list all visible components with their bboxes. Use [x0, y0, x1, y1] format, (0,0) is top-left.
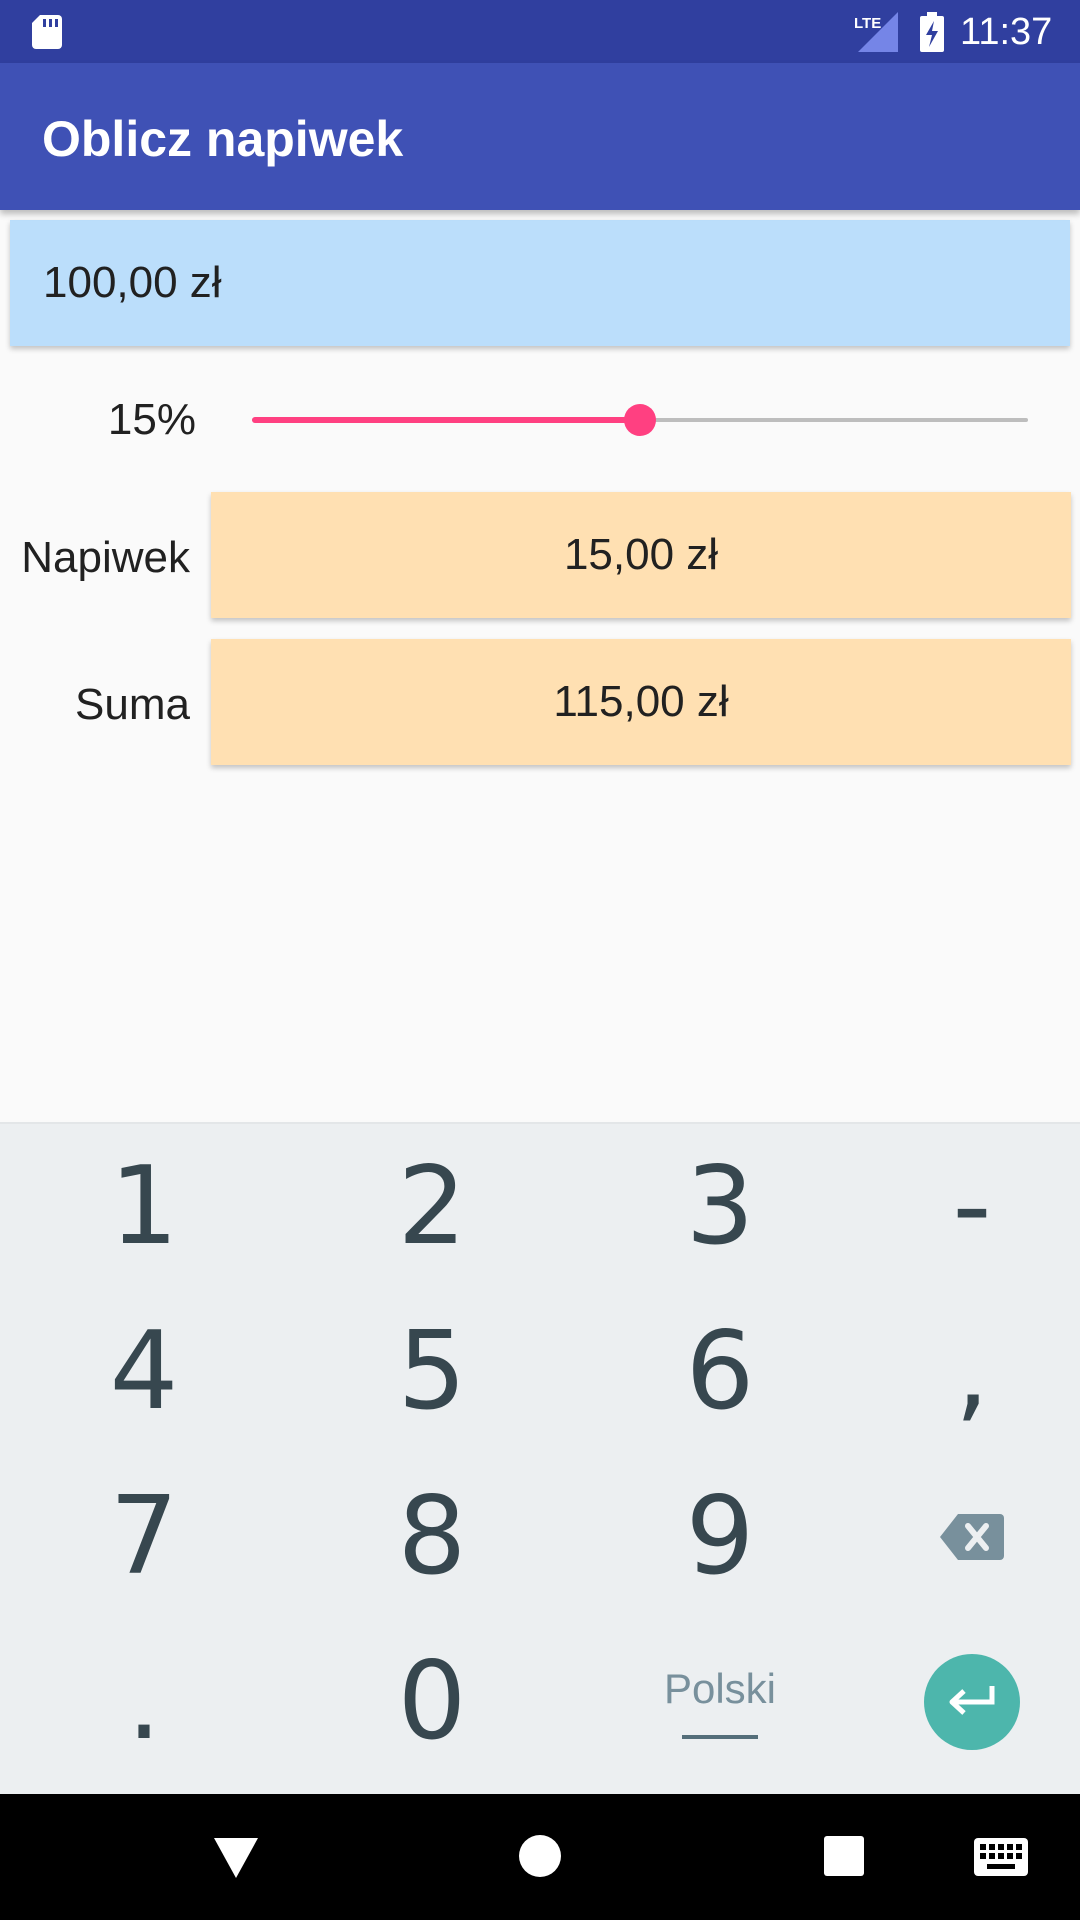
slider-progress — [252, 417, 640, 423]
status-bar: LTE 11:37 — [0, 0, 1080, 63]
enter-icon — [949, 1685, 995, 1715]
recents-icon[interactable] — [824, 1836, 864, 1876]
battery-charging-icon — [918, 12, 946, 52]
slider-thumb[interactable] — [624, 404, 656, 436]
navigation-bar — [0, 1794, 1080, 1920]
status-time: 11:37 — [960, 11, 1053, 53]
tip-percent-label: 15% — [107, 395, 196, 444]
backspace-icon — [940, 1513, 1004, 1560]
key-dot[interactable]: . — [0, 1619, 288, 1784]
key-1[interactable]: 1 — [0, 1124, 288, 1289]
backspace-key[interactable] — [864, 1454, 1080, 1619]
keyboard-switch-icon[interactable] — [974, 1838, 1028, 1876]
back-icon[interactable] — [214, 1834, 258, 1878]
enter-key-circle — [924, 1653, 1020, 1750]
app-title: Oblicz napiwek — [42, 111, 404, 167]
amount-field[interactable]: 100,00 zł — [10, 220, 1070, 346]
key-3[interactable]: 3 — [576, 1124, 864, 1289]
sd-card-icon — [30, 13, 64, 49]
language-underline — [682, 1734, 758, 1739]
key-9[interactable]: 9 — [576, 1454, 864, 1619]
language-key[interactable]: Polski — [576, 1619, 864, 1784]
numeric-keyboard: 1 2 3 - 4 5 6 , 7 8 9 . 0 Polski — [0, 1122, 1080, 1796]
key-7[interactable]: 7 — [0, 1454, 288, 1619]
lte-label: LTE — [854, 15, 881, 32]
tip-percent-slider[interactable] — [252, 400, 1028, 440]
language-label: Polski — [663, 1664, 777, 1712]
key-8[interactable]: 8 — [288, 1454, 576, 1619]
key-minus[interactable]: - — [864, 1124, 1080, 1289]
tip-value: 15,00 zł — [211, 492, 1071, 618]
key-2[interactable]: 2 — [288, 1124, 576, 1289]
tip-label: Napiwek — [21, 533, 190, 582]
key-comma[interactable]: , — [864, 1289, 1080, 1454]
key-6[interactable]: 6 — [576, 1289, 864, 1454]
enter-key[interactable] — [864, 1619, 1080, 1784]
key-4[interactable]: 4 — [0, 1289, 288, 1454]
lte-signal-icon: LTE — [852, 12, 898, 52]
app-bar: Oblicz napiwek — [0, 63, 1080, 210]
amount-value: 100,00 zł — [43, 258, 222, 307]
total-label: Suma — [75, 680, 190, 729]
key-0[interactable]: 0 — [288, 1619, 576, 1784]
key-5[interactable]: 5 — [288, 1289, 576, 1454]
total-value: 115,00 zł — [211, 639, 1071, 765]
home-icon[interactable] — [518, 1834, 562, 1878]
